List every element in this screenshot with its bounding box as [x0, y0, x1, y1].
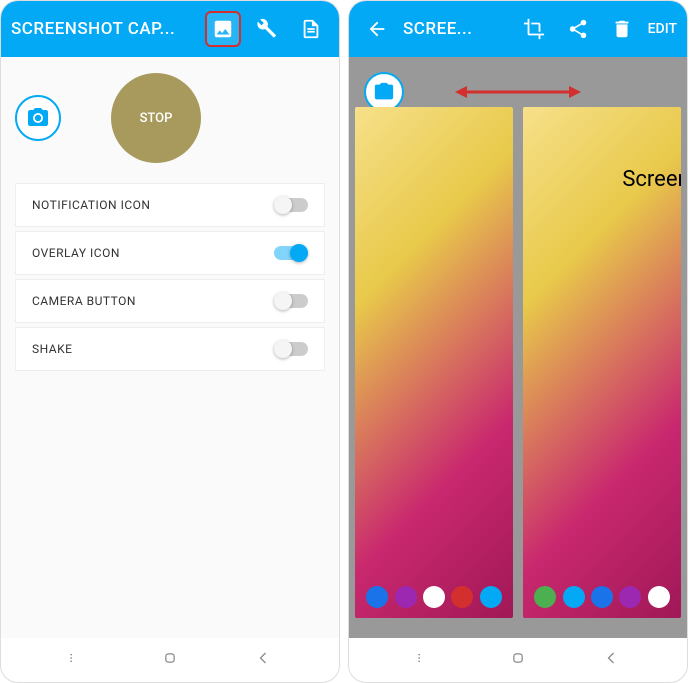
setting-shake[interactable]: SHAKE — [15, 327, 325, 371]
app-title: SCREENSHOT CAP... — [11, 19, 197, 39]
appbar: SCREENSHOT CAP... — [1, 1, 339, 57]
gallery-icon[interactable] — [205, 11, 241, 47]
phone-right: SCREE... EDIT Screens — [348, 0, 688, 683]
appbar: SCREE... EDIT — [349, 1, 687, 57]
toggle-switch[interactable] — [274, 294, 308, 308]
setting-label: OVERLAY ICON — [32, 246, 120, 260]
back-arrow-icon[interactable] — [359, 11, 395, 47]
screenshot-thumb[interactable]: Screens — [523, 107, 681, 618]
main-content: STOP NOTIFICATION ICON OVERLAY ICON CAME… — [1, 57, 339, 638]
list-icon[interactable] — [293, 11, 329, 47]
setting-label: NOTIFICATION ICON — [32, 198, 150, 212]
navbar — [1, 638, 339, 682]
toggle-switch[interactable] — [274, 198, 308, 212]
setting-label: SHAKE — [32, 342, 72, 356]
setting-notification[interactable]: NOTIFICATION ICON — [15, 183, 325, 227]
home-icon[interactable] — [160, 648, 180, 672]
crop-icon[interactable] — [516, 11, 552, 47]
camera-overlay-icon[interactable] — [364, 72, 404, 112]
edit-button[interactable]: EDIT — [648, 21, 677, 37]
thumb-dock — [355, 586, 513, 608]
gallery-content: Screens — [349, 57, 687, 638]
thumb-dock — [523, 586, 681, 608]
recents-icon[interactable] — [67, 648, 87, 672]
toggle-switch[interactable] — [274, 246, 308, 260]
screenshot-thumb[interactable] — [355, 107, 513, 618]
setting-label: CAMERA BUTTON — [32, 294, 136, 308]
navbar — [349, 638, 687, 682]
back-icon[interactable] — [253, 648, 273, 672]
home-icon[interactable] — [508, 648, 528, 672]
swipe-arrow-icon — [453, 82, 583, 106]
share-icon[interactable] — [560, 11, 596, 47]
back-icon[interactable] — [601, 648, 621, 672]
delete-icon[interactable] — [604, 11, 640, 47]
setting-overlay[interactable]: OVERLAY ICON — [15, 231, 325, 275]
phone-left: SCREENSHOT CAP... STOP NOTIFICATION ICON… — [0, 0, 340, 683]
stop-button[interactable]: STOP — [111, 73, 201, 163]
recents-icon[interactable] — [415, 648, 435, 672]
setting-camera[interactable]: CAMERA BUTTON — [15, 279, 325, 323]
app-title: SCREE... — [403, 19, 508, 39]
camera-icon[interactable] — [15, 95, 61, 141]
annotation-text: Screens — [622, 167, 681, 192]
action-row: STOP — [15, 73, 325, 163]
tools-icon[interactable] — [249, 11, 285, 47]
toggle-switch[interactable] — [274, 342, 308, 356]
